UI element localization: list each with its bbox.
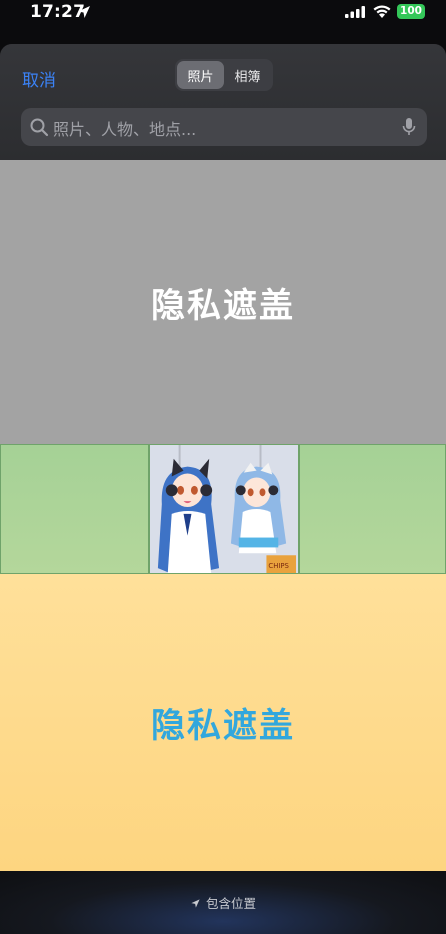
- privacy-cover-top-label: 隐私遮盖: [151, 285, 295, 326]
- wifi-icon: [373, 5, 391, 18]
- search-placeholder: 照片、人物、地点...: [53, 120, 197, 139]
- search-input[interactable]: 照片、人物、地点...: [21, 108, 427, 146]
- tab-photos[interactable]: 照片: [177, 61, 224, 89]
- photo-thumbnail-anime[interactable]: CHIPS: [149, 444, 299, 574]
- search-icon: [30, 118, 49, 137]
- privacy-cover-bottom[interactable]: 隐私遮盖: [0, 574, 446, 871]
- battery-indicator: 100: [397, 4, 425, 19]
- photo-thumbnail-green-left[interactable]: [0, 444, 149, 574]
- segmented-control: 照片 相簿: [175, 59, 273, 91]
- photo-grid-row: CHIPS: [0, 444, 446, 574]
- location-arrow-icon: [78, 6, 90, 18]
- anime-illustration: CHIPS: [150, 445, 298, 573]
- microphone-icon[interactable]: [401, 117, 417, 137]
- include-location-button[interactable]: 包含位置: [0, 893, 446, 912]
- privacy-cover-top[interactable]: 隐私遮盖: [0, 160, 446, 444]
- screen: 17:27 100 取消 照片 相簿 照片、人物、地点... 隐私遮盖 CHIP…: [0, 0, 446, 934]
- cellular-signal-icon: [345, 6, 365, 18]
- picker-header: 取消 照片 相簿 照片、人物、地点...: [0, 44, 446, 160]
- privacy-cover-bottom-label: 隐私遮盖: [151, 706, 295, 746]
- picker-footer: 包含位置: [0, 871, 446, 934]
- cancel-button[interactable]: 取消: [22, 66, 56, 91]
- photo-thumbnail-green-right[interactable]: [299, 444, 446, 574]
- status-bar: 17:27 100: [0, 0, 446, 44]
- tab-albums[interactable]: 相簿: [224, 61, 271, 89]
- location-arrow-icon: [191, 899, 200, 908]
- include-location-label: 包含位置: [205, 896, 256, 911]
- photo-picker-sheet: 取消 照片 相簿 照片、人物、地点... 隐私遮盖 CHIPS 隐私遮盖 包含位…: [0, 44, 446, 934]
- snack-box-label: CHIPS: [268, 562, 289, 570]
